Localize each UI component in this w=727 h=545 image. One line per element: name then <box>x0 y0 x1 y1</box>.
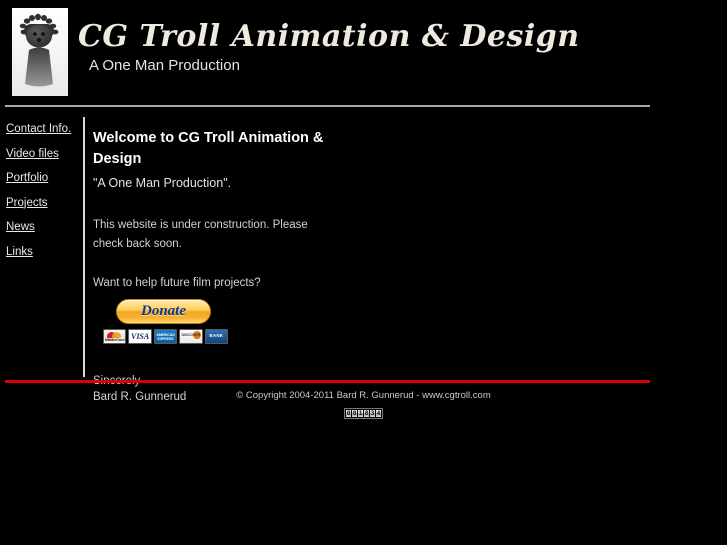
donate-button-label: Donate <box>141 303 186 319</box>
footer-divider <box>5 380 650 383</box>
main-content: Welcome to CG Troll Animation & Design "… <box>93 128 343 405</box>
bank-icon: BANK <box>204 329 229 344</box>
header-divider <box>5 105 650 107</box>
construction-notice: This website is under construction. Plea… <box>93 219 308 250</box>
counter-digit: 4 <box>376 410 381 417</box>
hit-counter: 0 0 1 8 3 4 <box>344 408 383 419</box>
visa-label: VISA <box>130 332 150 341</box>
discover-label: DISCOVER <box>181 333 201 337</box>
donate-question: Want to help future film projects? <box>93 277 261 289</box>
amex-icon: AMERICAN EXPRESS <box>153 329 178 344</box>
sidebar-item-projects[interactable]: Projects <box>6 191 78 216</box>
mastercard-label: MasterCard <box>104 338 126 343</box>
sidebar-item-contact-info[interactable]: Contact Info. <box>6 117 78 142</box>
counter-digit: 3 <box>370 410 375 417</box>
sidebar-nav: Contact Info. Video files Portfolio Proj… <box>6 117 78 264</box>
visa-icon: VISA <box>128 329 152 344</box>
page-tagline: "A One Man Production". <box>93 176 232 190</box>
sidebar-item-news[interactable]: News <box>6 215 78 240</box>
sidebar-divider <box>83 117 85 377</box>
donate-button[interactable]: Donate <box>116 299 211 324</box>
sidebar-item-portfolio[interactable]: Portfolio <box>6 166 78 191</box>
donate-block: Donate MasterCard VISA AMERICAN EXPRESS … <box>93 299 229 344</box>
banner-subtitle: A One Man Production <box>89 57 240 74</box>
accepted-cards: MasterCard VISA AMERICAN EXPRESS DISCOVE… <box>103 329 229 344</box>
site-banner: CG Troll Animation & Design A One Man Pr… <box>0 0 727 100</box>
cg-troll-logo-icon <box>12 8 68 96</box>
amex-label: AMERICAN EXPRESS <box>156 333 175 341</box>
mastercard-icon: MasterCard <box>103 329 127 344</box>
sidebar-item-video-files[interactable]: Video files <box>6 142 78 167</box>
counter-digit: 0 <box>346 410 351 417</box>
copyright-text: © Copyright 2004-2011 Bard R. Gunnerud -… <box>236 390 491 401</box>
counter-digit: 1 <box>358 410 363 417</box>
sidebar-item-links[interactable]: Links <box>6 240 78 265</box>
banner-title: CG Troll Animation & Design <box>78 19 580 54</box>
hit-counter-digits: 0 0 1 8 3 4 <box>346 410 381 417</box>
discover-icon: DISCOVER <box>179 329 203 344</box>
bank-label: BANK <box>209 333 224 338</box>
counter-digit: 0 <box>352 410 357 417</box>
site-footer: © Copyright 2004-2011 Bard R. Gunnerud -… <box>0 390 727 420</box>
page-title: Welcome to CG Troll Animation & Design <box>93 130 324 167</box>
counter-digit: 8 <box>364 410 369 417</box>
